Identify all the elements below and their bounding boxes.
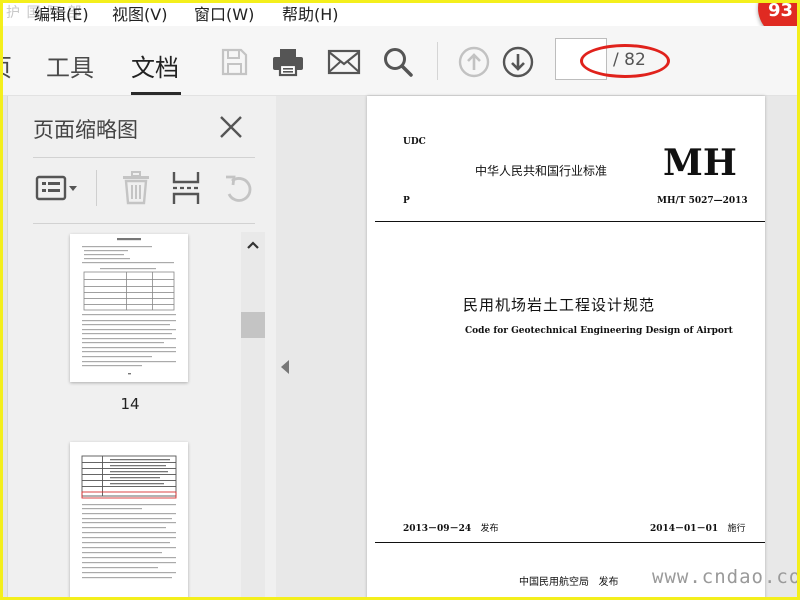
doc-class: P (403, 196, 410, 206)
page-thumbnail[interactable] (70, 234, 188, 382)
doc-title-chinese: 民用机场岩土工程设计规范 (463, 296, 656, 314)
thumbnail-scrollbar[interactable] (241, 232, 265, 600)
doc-top-rule (375, 221, 765, 222)
mail-icon (327, 49, 361, 75)
doc-code: MH/T 5027—2013 (657, 196, 748, 206)
site-watermark: www.cndao.com (652, 566, 800, 588)
previous-page-button[interactable] (454, 42, 494, 82)
menu-edit[interactable]: 编辑(E) (34, 1, 89, 25)
main-toolbar: 页 工具 文档 (0, 26, 800, 96)
doc-standard-type: 中华人民共和国行业标准 (475, 164, 608, 178)
rotate-page-button[interactable] (218, 168, 258, 208)
email-button[interactable] (324, 42, 364, 82)
close-panel-button[interactable] (214, 110, 248, 144)
search-button[interactable] (378, 42, 418, 82)
doc-title-english: Code for Geotechnical Engineering Design… (465, 326, 733, 336)
extract-icon (172, 172, 200, 204)
document-page: UDC 中华人民共和国行业标准 MH P MH/T 5027—2013 民用机场… (367, 96, 765, 600)
scroll-up-button[interactable] (241, 234, 265, 256)
thumbnail-options-button[interactable] (34, 168, 80, 208)
delete-icon (123, 171, 149, 205)
close-icon (220, 116, 242, 138)
toolbar-separator (437, 42, 438, 80)
doc-publish-date: 2013－09－24 发布 (403, 524, 499, 534)
panel-edge (0, 96, 8, 600)
menu-view[interactable]: 视图(V) (112, 1, 167, 25)
rotate-icon (226, 175, 252, 202)
doc-bottom-rule (375, 542, 765, 543)
collapse-panel-icon[interactable] (278, 358, 292, 376)
panel-divider-bottom (33, 223, 255, 224)
chevron-up-icon (247, 241, 259, 249)
thumbnail-page-number: 14 (120, 395, 140, 413)
search-icon (384, 48, 413, 77)
menu-help[interactable]: 帮助(H) (282, 1, 339, 25)
next-page-button[interactable] (498, 42, 538, 82)
print-icon (273, 49, 303, 77)
menu-window[interactable]: 窗口(W) (194, 1, 254, 25)
doc-logo: MH (663, 142, 737, 184)
panel-divider-top (33, 157, 255, 158)
tab-home[interactable]: 页 (0, 48, 12, 83)
thumbnail-page-content (82, 238, 176, 375)
thumbnail-page-content (81, 455, 177, 579)
doc-udc: UDC (403, 137, 426, 147)
panel-title: 页面缩略图 (33, 118, 138, 142)
page-thumbnail-next[interactable] (70, 442, 188, 600)
doc-effective-date: 2014－01－01 施行 (650, 524, 746, 534)
active-tab-indicator (131, 92, 181, 95)
prev-page-icon (458, 46, 490, 78)
save-button[interactable] (214, 42, 254, 82)
highlight-circle (580, 44, 670, 78)
save-icon (221, 48, 248, 76)
delete-page-button[interactable] (116, 168, 156, 208)
page-options-icon (35, 175, 77, 201)
tab-tools[interactable]: 工具 (46, 48, 94, 83)
print-button[interactable] (268, 42, 308, 82)
scrollbar-thumb[interactable] (241, 312, 265, 338)
badge-count: 93 (768, 0, 794, 21)
thumbnail-panel: 页面缩略图 14 (0, 96, 276, 600)
tool-separator (96, 170, 97, 206)
menu-bar: 护 国 阿 部 编辑(E) 视图(V) 窗口(W) 帮助(H) 93 (0, 0, 800, 38)
extract-page-button[interactable] (166, 168, 206, 208)
next-page-icon (502, 46, 534, 78)
tab-document[interactable]: 文档 (131, 48, 179, 83)
doc-issuer: 中国民用航空局 发布 (519, 577, 619, 588)
